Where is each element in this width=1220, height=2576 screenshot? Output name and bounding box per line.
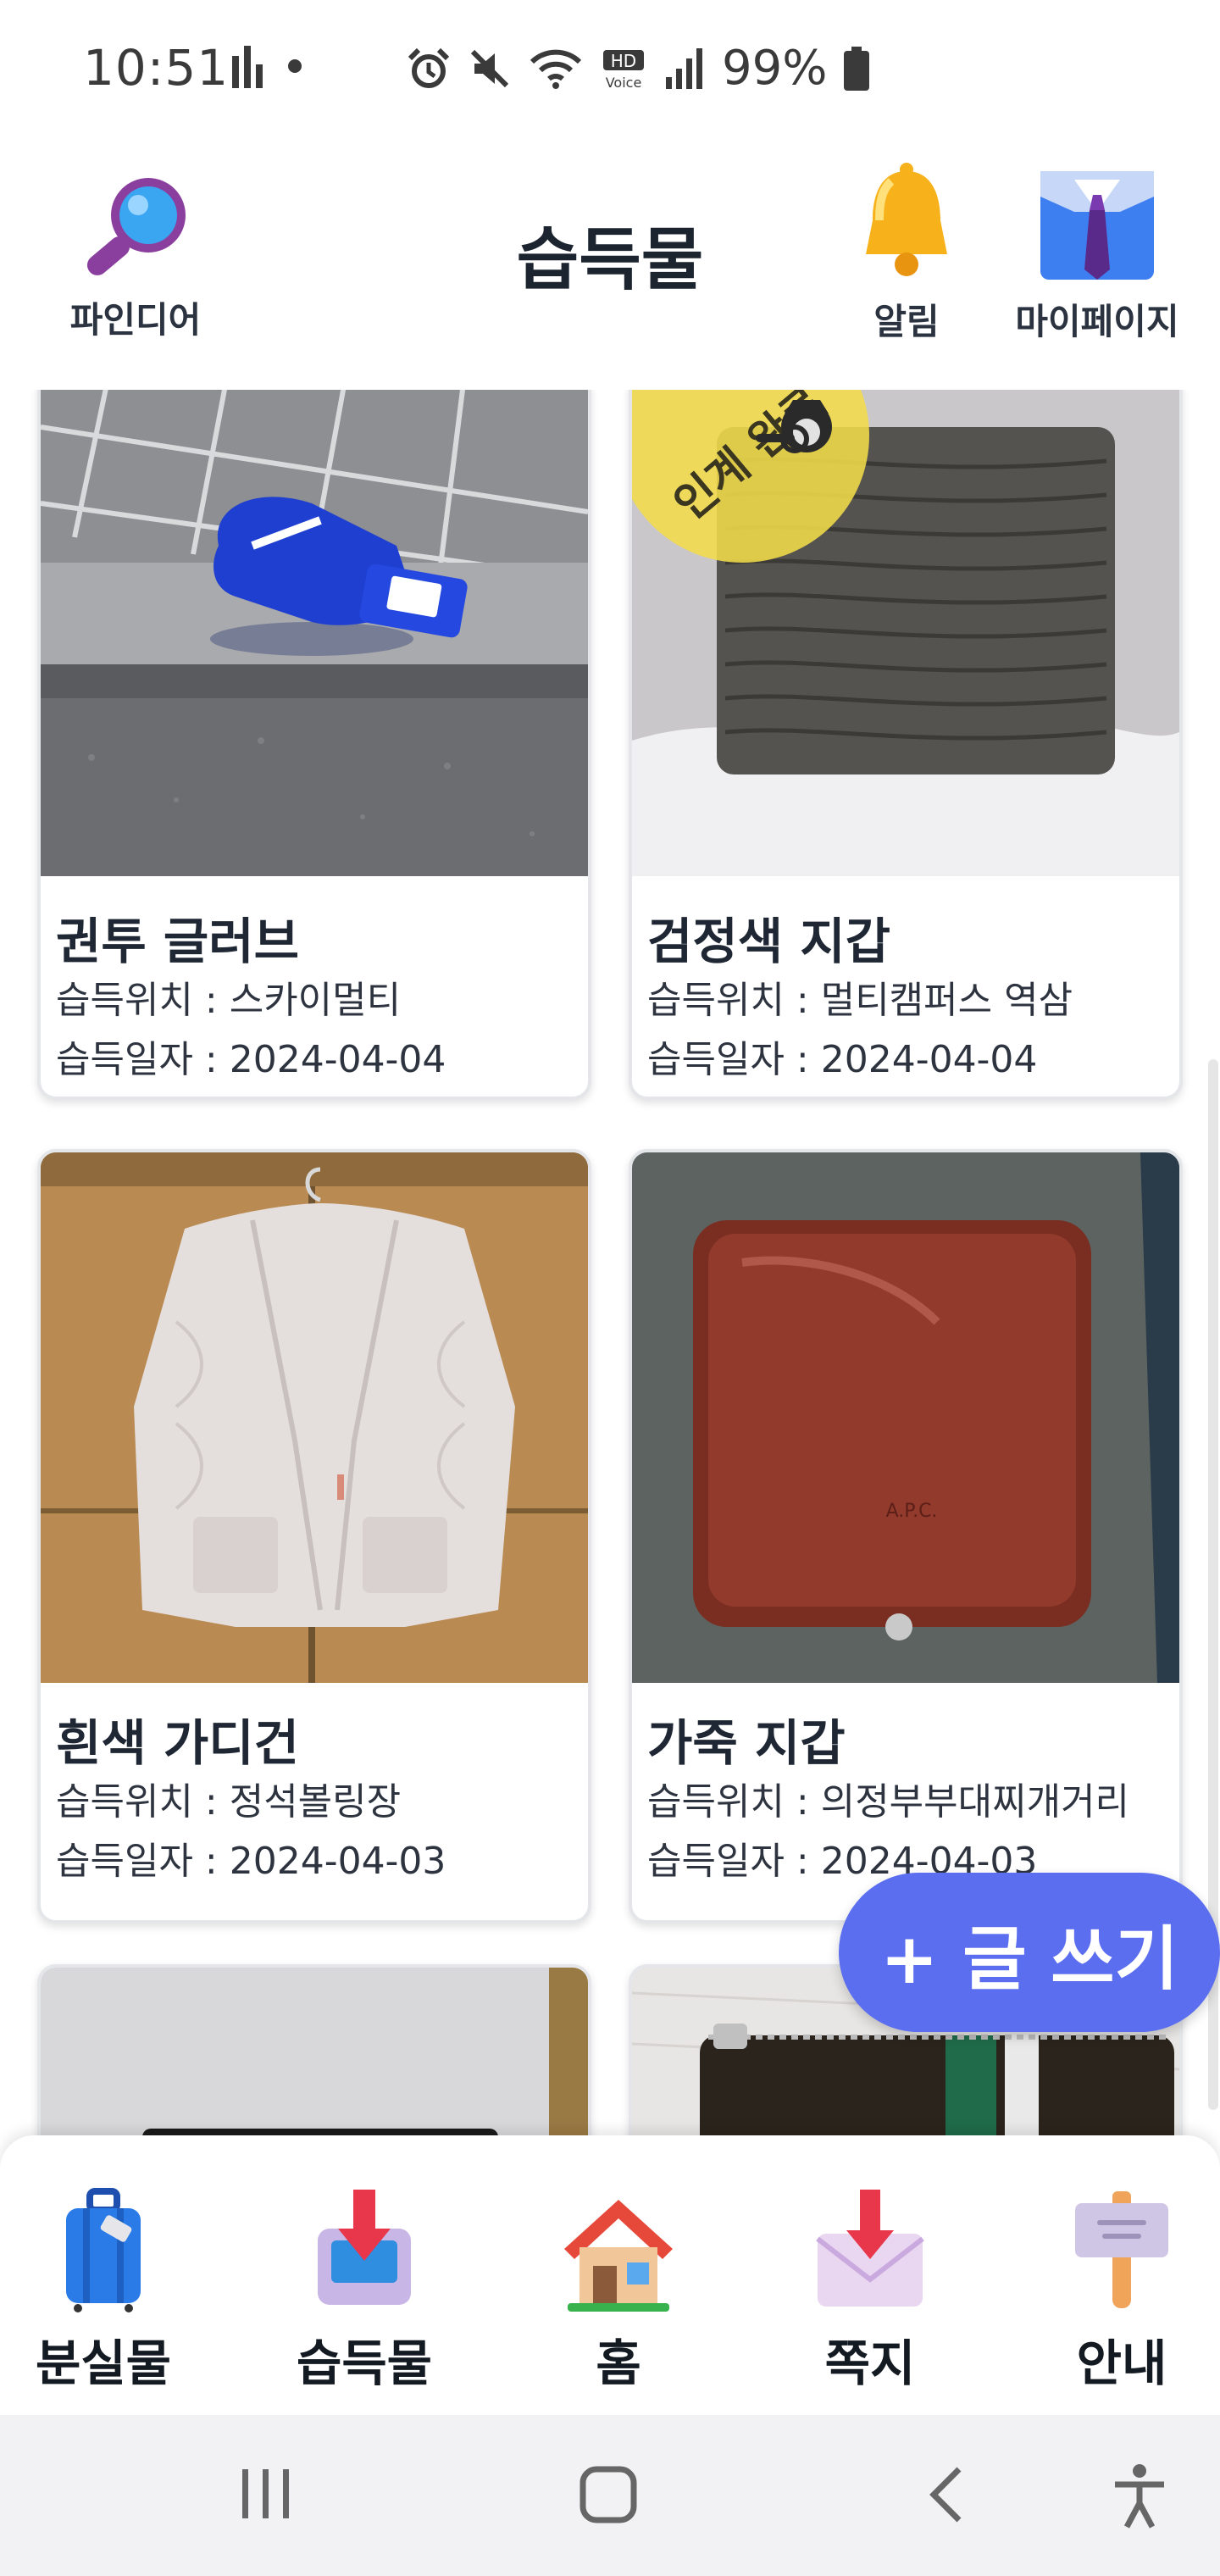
incoming-envelope-icon bbox=[816, 2190, 924, 2307]
mypage-label: 마이페이지 bbox=[1015, 301, 1179, 342]
wifi-icon bbox=[530, 49, 582, 89]
svg-text:A.P.C.: A.P.C. bbox=[886, 1501, 938, 1522]
home-icon[interactable] bbox=[578, 2464, 639, 2525]
item-location: 습득위치 : 스카이멀티 bbox=[56, 979, 402, 1022]
item-title: 가죽 지갑 bbox=[647, 1714, 846, 1772]
notification-button[interactable]: 알림 bbox=[839, 161, 974, 345]
recent-apps-icon[interactable] bbox=[239, 2464, 293, 2523]
item-card[interactable] bbox=[37, 1964, 591, 2135]
item-photo bbox=[41, 1968, 588, 2135]
mute-icon bbox=[470, 49, 509, 87]
nav-guide[interactable]: 안내 bbox=[1020, 2186, 1220, 2395]
mypage-button[interactable]: 마이페이지 bbox=[1000, 161, 1195, 345]
status-bar: 10:51 HD Voice 99% bbox=[0, 0, 1220, 144]
nav-lost-items-label: 분실물 bbox=[35, 2334, 172, 2392]
battery-icon bbox=[844, 46, 870, 91]
bar-chart-icon bbox=[232, 46, 263, 88]
dot-icon bbox=[288, 59, 302, 73]
nav-guide-label: 안내 bbox=[1076, 2334, 1167, 2392]
item-card[interactable]: 권투 글러브 습득위치 : 스카이멀티 습득일자 : 2024-04-04 bbox=[37, 390, 591, 1100]
item-photo-boxing-glove bbox=[41, 390, 588, 876]
item-card[interactable]: 인계 완료 검정색 지갑 습득위치 : 멀티캠퍼스 역삼 습득일자 : 2024… bbox=[629, 390, 1183, 1100]
item-card[interactable]: 흰색 가디건 습득위치 : 정석볼링장 습득일자 : 2024-04-03 bbox=[37, 1149, 591, 1924]
nav-home-label: 홈 bbox=[596, 2334, 641, 2392]
nav-messages-label: 쪽지 bbox=[824, 2334, 916, 2392]
item-title: 권투 글러브 bbox=[56, 913, 299, 970]
suitcase-icon bbox=[66, 2188, 141, 2312]
status-time: 10:51 bbox=[83, 39, 230, 97]
write-post-button[interactable]: + 글 쓰기 bbox=[839, 1873, 1220, 2032]
item-photo-leather-wallet: A.P.C. bbox=[632, 1152, 1179, 1683]
item-date: 습득일자 : 2024-04-03 bbox=[56, 1840, 446, 1883]
item-date: 습득일자 : 2024-04-04 bbox=[56, 1038, 446, 1081]
battery-percent: 99% bbox=[722, 41, 828, 96]
app-header: 파인디어 습득물 알림 마이페이지 bbox=[0, 144, 1220, 390]
nav-messages[interactable]: 쪽지 bbox=[768, 2186, 972, 2395]
item-title: 검정색 지갑 bbox=[647, 913, 890, 970]
shirt-tie-icon bbox=[1040, 171, 1154, 280]
svg-text:HD: HD bbox=[611, 51, 636, 71]
item-title: 흰색 가디건 bbox=[56, 1714, 299, 1772]
back-icon[interactable] bbox=[923, 2464, 971, 2525]
inbox-tray-icon bbox=[318, 2190, 411, 2305]
system-navigation-bar bbox=[0, 2415, 1220, 2576]
bell-icon bbox=[866, 163, 947, 276]
detective-icon bbox=[756, 400, 832, 453]
hd-voice-icon: HD Voice bbox=[603, 49, 644, 91]
item-photo-white-cardigan bbox=[41, 1152, 588, 1683]
item-location: 습득위치 : 멀티캠퍼스 역삼 bbox=[647, 979, 1073, 1022]
svg-text:Voice: Voice bbox=[606, 75, 642, 91]
accessibility-icon[interactable] bbox=[1110, 2462, 1169, 2530]
item-photo-black-wallet: 인계 완료 bbox=[632, 390, 1179, 876]
notification-label: 알림 bbox=[873, 301, 940, 342]
bottom-navigation: 분실물 습득물 홈 쪽지 안내 bbox=[0, 2135, 1220, 2415]
placard-icon bbox=[1075, 2191, 1168, 2308]
signal-icon bbox=[666, 47, 702, 89]
item-location: 습득위치 : 정석볼링장 bbox=[56, 1780, 402, 1824]
nav-found-items-label: 습득물 bbox=[296, 2334, 433, 2392]
item-card[interactable]: A.P.C. 가죽 지갑 습득위치 : 의정부부대찌개거리 습득일자 : 202… bbox=[629, 1149, 1183, 1924]
item-date: 습득일자 : 2024-04-04 bbox=[647, 1038, 1038, 1081]
nav-home[interactable]: 홈 bbox=[517, 2186, 720, 2395]
nav-lost-items[interactable]: 분실물 bbox=[2, 2186, 205, 2395]
house-icon bbox=[564, 2200, 673, 2312]
alarm-icon bbox=[408, 47, 450, 88]
item-location: 습득위치 : 의정부부대찌개거리 bbox=[647, 1780, 1130, 1824]
nav-found-items[interactable]: 습득물 bbox=[263, 2186, 466, 2395]
